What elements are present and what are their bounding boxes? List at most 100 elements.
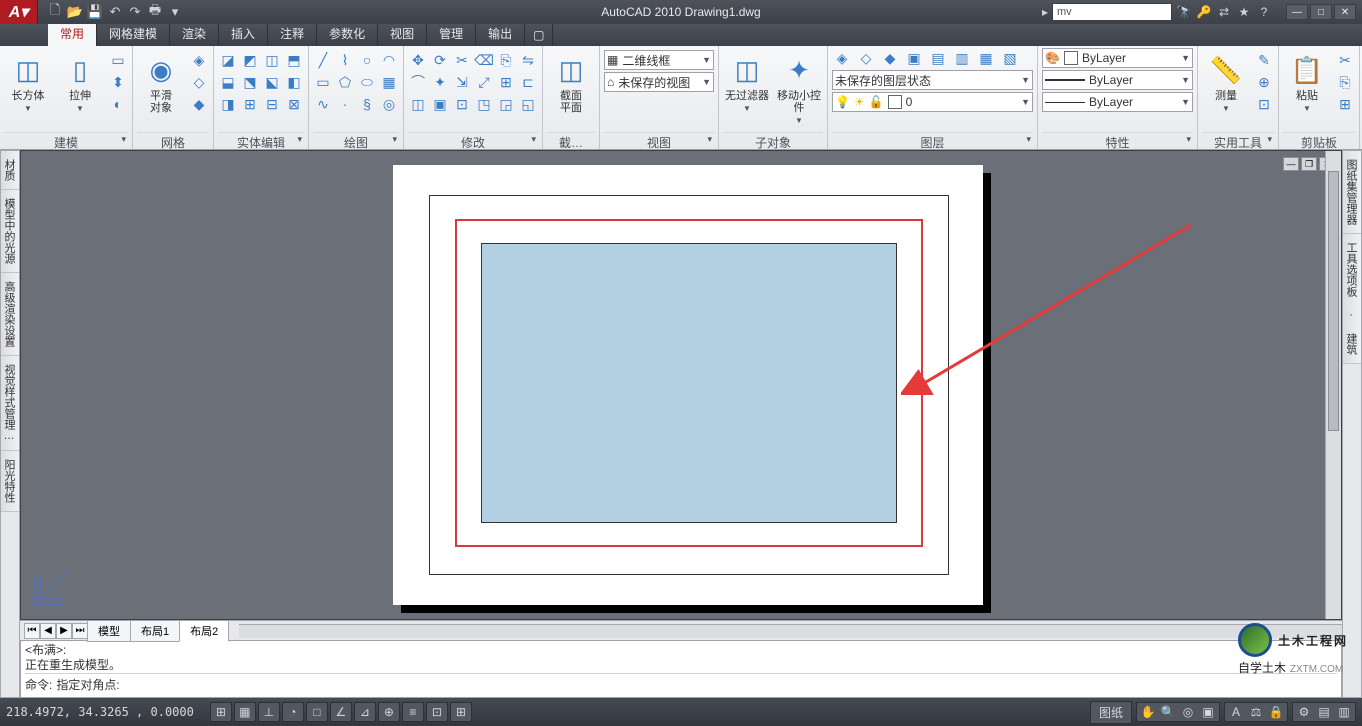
util-icon[interactable]: ⊕ [1254, 72, 1274, 92]
viewport[interactable] [481, 243, 897, 523]
stretch-icon[interactable]: ⇲ [452, 72, 472, 92]
polar-toggle-icon[interactable]: ◔ [282, 702, 304, 722]
showmotion-icon[interactable]: ▣ [1199, 705, 1217, 719]
new-icon[interactable]: 🗋 [46, 3, 64, 21]
panel-expand-icon[interactable]: ▾ [121, 134, 126, 145]
tab-layout1[interactable]: 布局1 [130, 620, 180, 642]
util-icon[interactable]: ✎ [1254, 50, 1274, 70]
paperspace-label[interactable]: 图纸 [1090, 701, 1132, 724]
util-icon[interactable]: ⊡ [1254, 94, 1274, 114]
se-icon[interactable]: ⊞ [240, 94, 260, 114]
layer-icon[interactable]: ▣ [904, 48, 924, 68]
tab-mesh[interactable]: 网格建模 [97, 21, 170, 46]
layer-icon[interactable]: ▥ [952, 48, 972, 68]
tab-common[interactable]: 常用 [48, 21, 97, 46]
ws-icon[interactable]: ▥ [1335, 705, 1353, 719]
mesh-icon-2[interactable]: ◇ [189, 72, 209, 92]
layer-icon[interactable]: ▧ [1000, 48, 1020, 68]
command-window[interactable]: <布满>: 正在重生成模型。 命令: 指定对角点: [20, 640, 1342, 698]
tab-last-icon[interactable]: ⏭ [72, 623, 88, 639]
layer-icon[interactable]: ◆ [880, 48, 900, 68]
palette-lights[interactable]: 模型中的光源 [1, 190, 19, 273]
tab-output[interactable]: 输出 [476, 21, 525, 46]
mod-icon[interactable]: ▣ [430, 94, 450, 114]
cut-icon[interactable]: ✂ [1335, 50, 1355, 70]
smooth-button[interactable]: ◉ 平滑 对象 [137, 48, 185, 114]
layer-icon[interactable]: ▦ [976, 48, 996, 68]
gizmo-button[interactable]: ✦ 移动小控件 ▼ [775, 48, 823, 125]
dyn-toggle-icon[interactable]: ⊕ [378, 702, 400, 722]
print-icon[interactable]: 🖶 [146, 3, 164, 21]
spline-icon[interactable]: ∿ [313, 94, 333, 114]
section-button[interactable]: ◫ 截面 平面 [547, 48, 595, 114]
erase-icon[interactable]: ⌫ [474, 50, 494, 70]
pline-icon[interactable]: ⌇ [335, 50, 355, 70]
pan-icon[interactable]: ✋ [1139, 705, 1157, 719]
qat-dropdown-icon[interactable]: ▾ [166, 3, 184, 21]
horizontal-scrollbar[interactable] [239, 624, 1342, 638]
open-icon[interactable]: 📂 [66, 3, 84, 21]
mesh-icon-3[interactable]: ◆ [189, 94, 209, 114]
ortho-toggle-icon[interactable]: ⊥ [258, 702, 280, 722]
tab-parametric[interactable]: 参数化 [317, 21, 378, 46]
tab-view[interactable]: 视图 [378, 21, 427, 46]
command-input-text[interactable]: 指定对角点: [56, 676, 119, 693]
se-icon[interactable]: ⬔ [240, 72, 260, 92]
canvas-restore-icon[interactable]: ❐ [1301, 157, 1317, 171]
vertical-scrollbar[interactable] [1325, 151, 1341, 619]
revolve-icon[interactable]: ◐ [108, 94, 128, 114]
offset-icon[interactable]: ⊏ [518, 72, 538, 92]
sc-toggle-icon[interactable]: ⊞ [450, 702, 472, 722]
otrack-toggle-icon[interactable]: ∠ [330, 702, 352, 722]
donut-icon[interactable]: ◎ [379, 94, 399, 114]
se-icon[interactable]: ◩ [240, 50, 260, 70]
palette-visualstyle[interactable]: 视觉样式管理… [1, 356, 19, 451]
lineweight-combo[interactable]: ByLayer▼ [1042, 70, 1193, 90]
search-input[interactable] [1052, 3, 1172, 21]
palette-material[interactable]: 材质 [1, 151, 19, 190]
move-icon[interactable]: ✥ [408, 50, 428, 70]
steering-icon[interactable]: ◎ [1179, 705, 1197, 719]
explode-icon[interactable]: ✦ [430, 72, 450, 92]
annolock-icon[interactable]: 🔒 [1267, 705, 1285, 719]
se-icon[interactable]: ◫ [262, 50, 282, 70]
palette-tool[interactable]: 工具选项板 · 建筑 [1343, 234, 1361, 364]
color-combo[interactable]: 🎨ByLayer▼ [1042, 48, 1193, 68]
tab-render[interactable]: 渲染 [170, 21, 219, 46]
zoom-icon[interactable]: 🔍 [1159, 705, 1177, 719]
grid-toggle-icon[interactable]: ▦ [234, 702, 256, 722]
ducs-toggle-icon[interactable]: ⊿ [354, 702, 376, 722]
visualstyle-combo[interactable]: ▦二维线框▼ [604, 50, 714, 70]
copy-icon[interactable]: ⎘ [1335, 72, 1355, 92]
panel-expand-icon[interactable]: ▾ [707, 134, 712, 145]
layer-icon[interactable]: ◈ [832, 48, 852, 68]
redo-icon[interactable]: ↷ [126, 3, 144, 21]
mesh-icon-1[interactable]: ◈ [189, 50, 209, 70]
se-icon[interactable]: ⬕ [262, 72, 282, 92]
panel-expand-icon[interactable]: ▾ [1026, 134, 1031, 145]
palette-render[interactable]: 高级渲染设置 [1, 273, 19, 356]
se-icon[interactable]: ⊠ [284, 94, 304, 114]
line-icon[interactable]: ╱ [313, 50, 333, 70]
se-icon[interactable]: ⬒ [284, 50, 304, 70]
palette-sheetset[interactable]: 图纸集管理器 [1343, 151, 1361, 234]
scale-icon[interactable]: ⤢ [474, 72, 494, 92]
se-icon[interactable]: ◨ [218, 94, 238, 114]
tab-next-icon[interactable]: ▶ [56, 623, 72, 639]
layer-icon[interactable]: ◇ [856, 48, 876, 68]
panel-expand-icon[interactable]: ▾ [297, 134, 302, 145]
annoscale-icon[interactable]: A [1227, 705, 1245, 719]
presspull-icon[interactable]: ⬍ [108, 72, 128, 92]
palette-sun[interactable]: 阳光特性 [1, 451, 19, 512]
copy-icon[interactable]: ⎘ [496, 50, 516, 70]
layerstate-combo[interactable]: 未保存的图层状态▼ [832, 70, 1033, 90]
se-icon[interactable]: ◧ [284, 72, 304, 92]
tab-annotate[interactable]: 注释 [268, 21, 317, 46]
osnap-toggle-icon[interactable]: □ [306, 702, 328, 722]
search-play-icon[interactable]: ▸ [1042, 5, 1048, 19]
panel-expand-icon[interactable]: ▾ [1186, 134, 1191, 145]
nofilter-button[interactable]: ◫ 无过滤器 ▼ [723, 48, 771, 113]
tab-first-icon[interactable]: ⏮ [24, 623, 40, 639]
polysolid-icon[interactable]: ▭ [108, 50, 128, 70]
maximize-button[interactable]: □ [1310, 4, 1332, 20]
